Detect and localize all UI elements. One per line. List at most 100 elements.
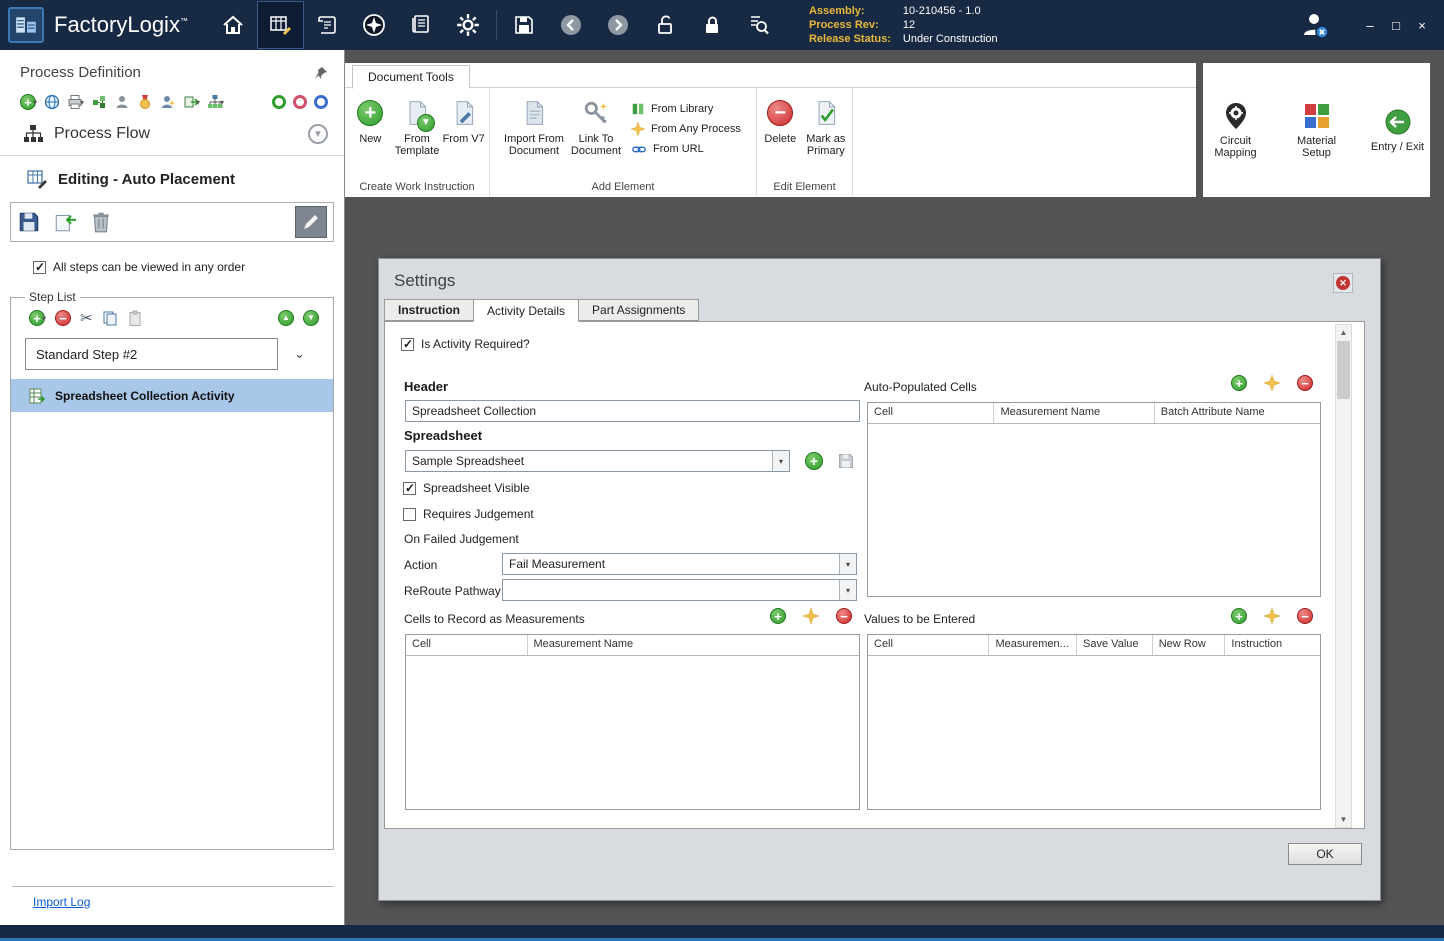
column-header[interactable]: New Row xyxy=(1153,635,1226,655)
remove-record-cell-button[interactable]: − xyxy=(836,608,852,624)
lock-button[interactable] xyxy=(689,1,736,49)
redo-button[interactable] xyxy=(595,1,642,49)
delete-element-button[interactable]: − Delete xyxy=(760,93,801,157)
column-header[interactable]: Batch Attribute Name xyxy=(1155,403,1320,423)
documents-button[interactable] xyxy=(398,1,445,49)
import-log-link[interactable]: Import Log xyxy=(33,895,90,909)
web-button[interactable] xyxy=(44,94,60,110)
record-red-button[interactable] xyxy=(293,95,307,109)
circuit-mapping-button[interactable]: Circuit Mapping xyxy=(1203,101,1268,159)
activity-required-checkbox[interactable] xyxy=(401,337,414,351)
link-to-document-button[interactable]: Link To Document xyxy=(569,93,623,157)
column-header[interactable]: Cell xyxy=(406,635,528,655)
activity-list-item-selected[interactable]: Spreadsheet Collection Activity xyxy=(11,379,333,412)
tab-activity-details[interactable]: Activity Details xyxy=(473,299,580,322)
move-step-down-button[interactable]: ▼ xyxy=(303,310,319,326)
vertical-scrollbar[interactable]: ▲ ▼ xyxy=(1335,324,1352,828)
column-header[interactable]: Cell xyxy=(868,403,995,423)
step-selector[interactable]: Standard Step #2 xyxy=(25,338,278,370)
audit-search-button[interactable] xyxy=(736,1,783,49)
print-button[interactable]: ▾ xyxy=(67,94,84,110)
mark-as-primary-button[interactable]: Mark as Primary xyxy=(803,93,849,157)
add-step-button[interactable]: + ▾ xyxy=(29,310,46,326)
unlock-button[interactable] xyxy=(642,1,689,49)
scrollbar-thumb[interactable] xyxy=(1337,341,1350,399)
add-auto-cell-button[interactable]: + xyxy=(1231,375,1247,391)
reroute-pathway-select[interactable]: ▾ xyxy=(502,579,857,601)
view-order-checkbox[interactable] xyxy=(33,260,46,274)
delete-step-button[interactable] xyxy=(89,210,113,234)
user-logout-button[interactable] xyxy=(1296,1,1334,49)
maximize-button[interactable]: □ xyxy=(1386,18,1406,33)
paste-button[interactable] xyxy=(127,310,143,326)
move-step-up-button[interactable]: ▲ xyxy=(278,310,294,326)
header-input[interactable] xyxy=(405,400,860,422)
record-blue-button[interactable] xyxy=(314,95,328,109)
from-any-process-button[interactable]: From Any Process xyxy=(631,122,741,136)
auto-populated-cells-table[interactable]: Cell Measurement Name Batch Attribute Na… xyxy=(867,402,1321,597)
action-select[interactable]: Fail Measurement ▾ xyxy=(502,553,857,575)
document-tools-tab[interactable]: Document Tools xyxy=(352,65,470,89)
new-instruction-button[interactable]: + New xyxy=(348,93,393,157)
process-flow-header[interactable]: Process Flow ▼ xyxy=(0,111,344,153)
from-library-button[interactable]: From Library xyxy=(631,102,741,116)
material-setup-button[interactable]: Material Setup xyxy=(1284,101,1349,159)
spreadsheet-visible-checkbox[interactable] xyxy=(403,481,416,495)
copy-button[interactable] xyxy=(102,310,118,326)
dialog-close-button[interactable]: ✕ xyxy=(1333,273,1353,293)
export-button[interactable]: ▾ xyxy=(183,94,200,110)
close-button[interactable]: × xyxy=(1412,18,1432,33)
ok-button[interactable]: OK xyxy=(1288,843,1362,865)
record-green-button[interactable] xyxy=(272,95,286,109)
remove-value-button[interactable]: − xyxy=(1297,608,1313,624)
add-record-cell-button[interactable]: + xyxy=(770,608,786,624)
scroll-up-button[interactable]: ▲ xyxy=(1336,325,1351,340)
operator-button[interactable] xyxy=(114,94,130,110)
import-step-button[interactable] xyxy=(53,210,77,234)
add-spreadsheet-button[interactable]: + xyxy=(805,452,823,470)
production-button[interactable] xyxy=(304,1,351,49)
edit-record-cell-button[interactable] xyxy=(803,608,819,624)
undo-button[interactable] xyxy=(548,1,595,49)
certification-button[interactable] xyxy=(137,94,153,110)
add-process-button[interactable]: + ▾ xyxy=(20,94,37,110)
navigation-button[interactable] xyxy=(351,1,398,49)
process-definition-button[interactable] xyxy=(256,1,304,49)
minimize-button[interactable]: – xyxy=(1360,18,1380,33)
column-header[interactable]: Cell xyxy=(868,635,990,655)
column-header[interactable]: Measuremen... xyxy=(989,635,1078,655)
spreadsheet-select[interactable]: Sample Spreadsheet ▾ xyxy=(405,450,790,472)
save-button[interactable] xyxy=(501,1,548,49)
remove-step-button[interactable]: − xyxy=(55,310,72,326)
tab-instruction[interactable]: Instruction xyxy=(384,299,474,321)
cells-to-record-table[interactable]: Cell Measurement Name xyxy=(405,634,860,810)
reviewer-button[interactable] xyxy=(160,94,176,110)
import-from-document-button[interactable]: Import From Document xyxy=(501,93,567,157)
requires-judgement-checkbox[interactable] xyxy=(403,507,416,521)
edit-value-button[interactable] xyxy=(1264,608,1280,624)
edit-auto-cell-button[interactable] xyxy=(1264,375,1280,391)
settings-button[interactable] xyxy=(445,1,492,49)
column-header[interactable]: Measurement Name xyxy=(528,635,860,655)
pin-button[interactable] xyxy=(314,66,328,80)
scroll-down-button[interactable]: ▼ xyxy=(1336,812,1351,827)
add-value-button[interactable]: + xyxy=(1231,608,1247,624)
column-header[interactable]: Save Value xyxy=(1077,635,1153,655)
entry-exit-button[interactable]: Entry / Exit xyxy=(1365,107,1430,153)
tree-view-button[interactable]: ▾ xyxy=(207,94,224,110)
collapse-button[interactable]: ▼ xyxy=(308,124,328,144)
from-template-button[interactable]: ▼ From Template xyxy=(395,93,440,157)
column-header[interactable]: Measurement Name xyxy=(994,403,1155,423)
tab-part-assignments[interactable]: Part Assignments xyxy=(578,299,700,321)
remove-auto-cell-button[interactable]: − xyxy=(1297,375,1313,391)
process-tree-button[interactable] xyxy=(91,94,107,110)
save-step-button[interactable] xyxy=(17,210,41,234)
edit-instruction-button[interactable] xyxy=(295,206,327,238)
cut-button[interactable]: ✂ xyxy=(80,309,93,327)
from-url-button[interactable]: From URL xyxy=(631,142,741,156)
values-to-enter-table[interactable]: Cell Measuremen... Save Value New Row In… xyxy=(867,634,1321,810)
step-selector-expander[interactable]: ⌄ xyxy=(294,346,305,362)
save-spreadsheet-button[interactable] xyxy=(837,452,855,470)
from-v7-button[interactable]: From V7 xyxy=(441,93,486,157)
home-button[interactable] xyxy=(210,1,257,49)
